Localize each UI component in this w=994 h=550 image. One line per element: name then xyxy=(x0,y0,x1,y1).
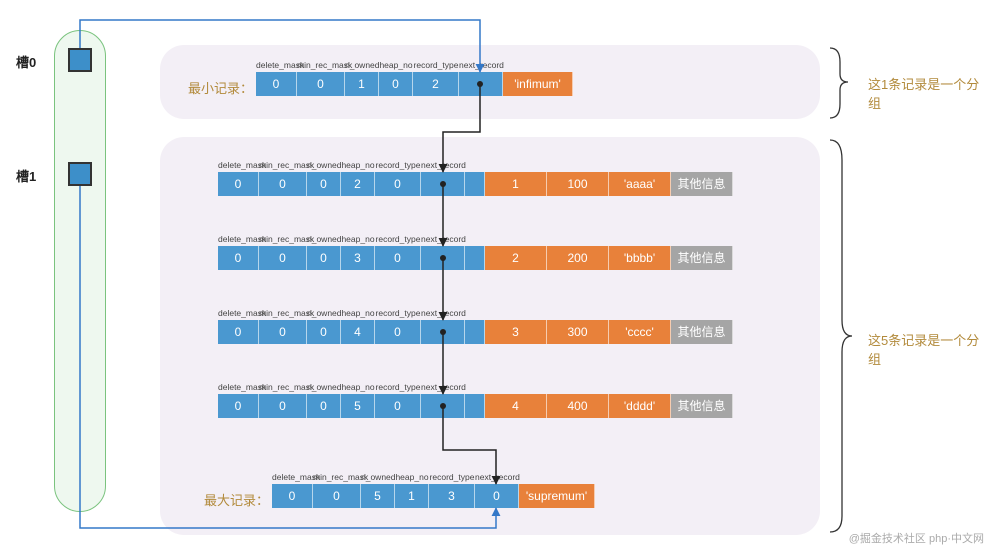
row2: 0 0 0 3 0 2 200 'bbbb' 其他信息 xyxy=(218,246,733,270)
row3-headers: delete_maskmin_rec_maskn_ownedheap_norec… xyxy=(218,308,465,318)
max-record-headers: delete_maskmin_rec_maskn_ownedheap_norec… xyxy=(272,472,519,482)
row1-headers: delete_maskmin_rec_maskn_ownedheap_norec… xyxy=(218,160,465,170)
watermark: @掘金技术社区 php·中文网 xyxy=(849,530,984,546)
slot0-label: 槽0 xyxy=(16,52,36,71)
row4: 0 0 0 5 0 4 400 'dddd' 其他信息 xyxy=(218,394,733,418)
min-record-row: 0 0 1 0 2 'infimum' xyxy=(256,72,573,96)
max-record-row: 0 0 5 1 3 0 'supremum' xyxy=(272,484,595,508)
row4-headers: delete_maskmin_rec_maskn_ownedheap_norec… xyxy=(218,382,465,392)
max-record-label: 最大记录： xyxy=(204,490,269,509)
group1-note: 这5条记录是一个分组 xyxy=(868,330,988,368)
row1: 0 0 0 2 0 1 100 'aaaa' 其他信息 xyxy=(218,172,733,196)
slot1-box xyxy=(68,162,92,186)
min-record-headers: delete_maskmin_rec_maskn_ownedheap_norec… xyxy=(256,60,503,70)
slot1-label: 槽1 xyxy=(16,166,36,185)
group0-note: 这1条记录是一个分组 xyxy=(868,74,988,112)
min-record-label: 最小记录： xyxy=(188,78,253,97)
row2-headers: delete_maskmin_rec_maskn_ownedheap_norec… xyxy=(218,234,465,244)
row3: 0 0 0 4 0 3 300 'cccc' 其他信息 xyxy=(218,320,733,344)
slot0-box xyxy=(68,48,92,72)
slot-column xyxy=(54,30,106,512)
